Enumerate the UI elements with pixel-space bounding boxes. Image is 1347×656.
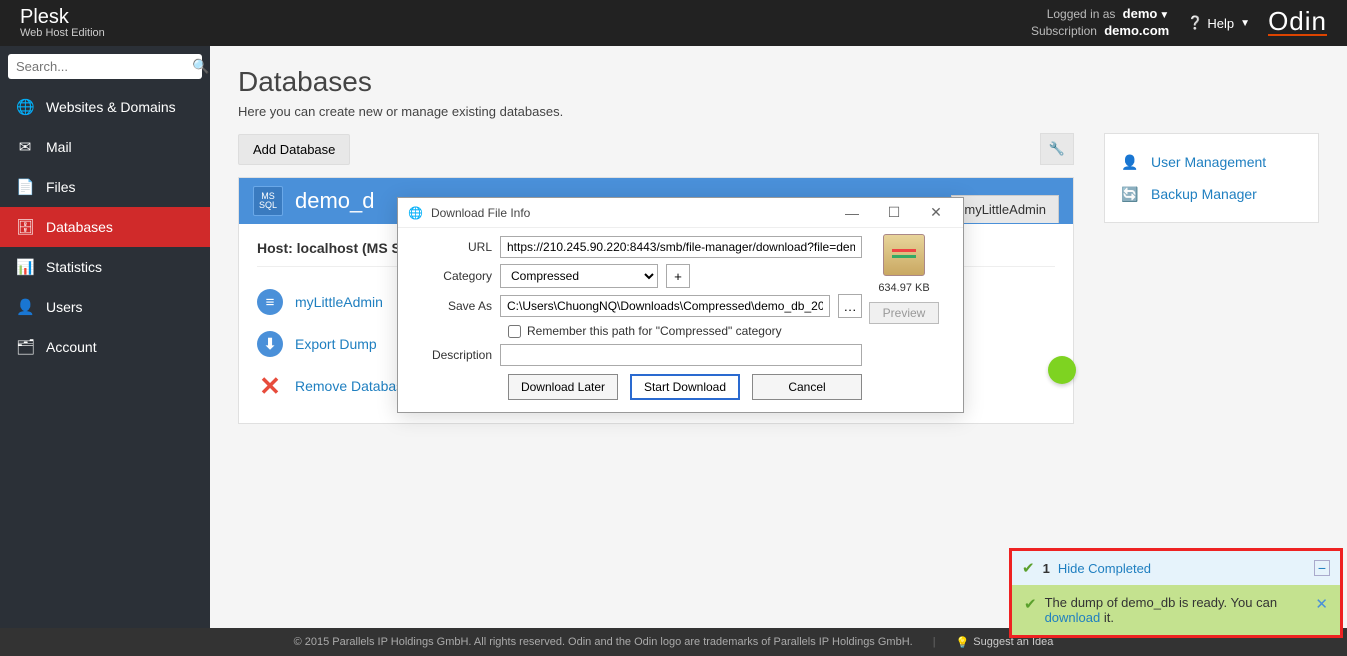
- wrench-icon: 🔧: [1049, 141, 1065, 157]
- remember-checkbox[interactable]: [508, 325, 521, 338]
- mylittleadmin-tab[interactable]: myLittleAdmin: [951, 195, 1059, 223]
- sidebar: 🔍 🌐Websites & Domains ✉Mail 📄Files 🗄Data…: [0, 46, 210, 628]
- backup-manager-link[interactable]: 🔄 Backup Manager: [1119, 178, 1304, 210]
- url-label: URL: [412, 240, 492, 254]
- user-icon: 👤: [16, 298, 34, 316]
- notification-message: The dump of demo_db is ready. You can do…: [1045, 595, 1308, 625]
- cancel-button[interactable]: Cancel: [752, 374, 862, 400]
- dialog-title: Download File Info: [431, 206, 827, 220]
- search-input[interactable]: [16, 59, 192, 74]
- saveas-input[interactable]: [500, 295, 830, 317]
- stats-icon: 📊: [16, 258, 34, 276]
- download-icon: ⬇: [257, 331, 283, 357]
- add-category-button[interactable]: +: [666, 264, 690, 288]
- notification-count: 1: [1043, 561, 1050, 576]
- top-bar: Plesk Web Host Edition Logged in as demo…: [0, 0, 1347, 46]
- green-circle-icon: [1048, 356, 1076, 384]
- archive-icon: [883, 234, 925, 276]
- mssql-icon: MS SQL: [253, 186, 283, 216]
- collapse-button[interactable]: −: [1314, 560, 1330, 576]
- globe-icon: 🌐: [16, 98, 34, 116]
- help-icon: ❔: [1187, 15, 1203, 31]
- remember-label: Remember this path for "Compressed" cate…: [527, 324, 782, 338]
- search-icon: 🔍: [192, 58, 209, 75]
- category-select[interactable]: Compressed: [500, 264, 658, 288]
- sidebar-item-account[interactable]: 🗂Account: [0, 327, 210, 367]
- add-database-button[interactable]: Add Database: [238, 134, 350, 165]
- account-icon: 🗂: [16, 338, 34, 356]
- page-title: Databases: [238, 66, 1319, 98]
- start-download-button[interactable]: Start Download: [630, 374, 740, 400]
- url-input[interactable]: [500, 236, 862, 258]
- sidebar-item-files[interactable]: 📄Files: [0, 167, 210, 207]
- sidebar-item-mail[interactable]: ✉Mail: [0, 127, 210, 167]
- caret-down-icon: ▼: [1159, 10, 1169, 21]
- description-input[interactable]: [500, 344, 862, 366]
- sidebar-item-statistics[interactable]: 📊Statistics: [0, 247, 210, 287]
- page-description: Here you can create new or manage existi…: [238, 104, 1319, 119]
- odin-logo: Odin: [1268, 10, 1327, 35]
- brand-title: Plesk: [20, 7, 105, 27]
- close-button[interactable]: ✕: [919, 204, 953, 221]
- settings-button[interactable]: 🔧: [1040, 133, 1074, 165]
- idm-icon: 🌐: [408, 206, 423, 220]
- mail-icon: ✉: [16, 138, 34, 156]
- cylinder-icon: ≡: [257, 289, 283, 315]
- sidebar-item-users[interactable]: 👤Users: [0, 287, 210, 327]
- search-box[interactable]: 🔍: [8, 54, 202, 79]
- brand-edition: Web Host Edition: [20, 27, 105, 39]
- check-icon: ✔: [1022, 559, 1035, 577]
- side-panel: 👤 User Management 🔄 Backup Manager: [1104, 133, 1319, 223]
- hide-completed-link[interactable]: Hide Completed: [1058, 561, 1151, 576]
- user-management-link[interactable]: 👤 User Management: [1119, 146, 1304, 178]
- minimize-button[interactable]: —: [835, 205, 869, 221]
- brand-block: Plesk Web Host Edition: [20, 7, 105, 39]
- category-label: Category: [412, 269, 492, 283]
- saveas-label: Save As: [412, 299, 492, 313]
- remove-icon: ✕: [257, 373, 283, 399]
- backup-icon: 🔄: [1119, 184, 1141, 204]
- sidebar-item-databases[interactable]: 🗄Databases: [0, 207, 210, 247]
- caret-down-icon: ▼: [1240, 18, 1250, 29]
- file-size: 634.97 KB: [859, 282, 949, 294]
- preview-button[interactable]: Preview: [869, 302, 939, 324]
- copyright: © 2015 Parallels IP Holdings GmbH. All r…: [294, 636, 913, 648]
- download-later-button[interactable]: Download Later: [508, 374, 618, 400]
- person-icon: 👤: [1119, 152, 1141, 172]
- check-icon: ✔: [1024, 595, 1037, 625]
- dismiss-button[interactable]: ✕: [1315, 595, 1328, 625]
- download-link[interactable]: download: [1045, 610, 1101, 625]
- bulb-icon: 💡: [956, 636, 970, 649]
- account-info[interactable]: Logged in as demo▼ Subscription demo.com: [1031, 6, 1169, 40]
- database-icon: 🗄: [16, 218, 34, 236]
- help-menu[interactable]: ❔ Help ▼: [1187, 15, 1250, 31]
- sidebar-item-websites[interactable]: 🌐Websites & Domains: [0, 87, 210, 127]
- notification-panel: ✔ 1 Hide Completed − ✔ The dump of demo_…: [1009, 548, 1343, 638]
- maximize-button[interactable]: ☐: [877, 204, 911, 221]
- description-label: Description: [412, 348, 492, 362]
- download-dialog: 🌐 Download File Info — ☐ ✕ URL Category …: [397, 197, 964, 413]
- file-icon: 📄: [16, 178, 34, 196]
